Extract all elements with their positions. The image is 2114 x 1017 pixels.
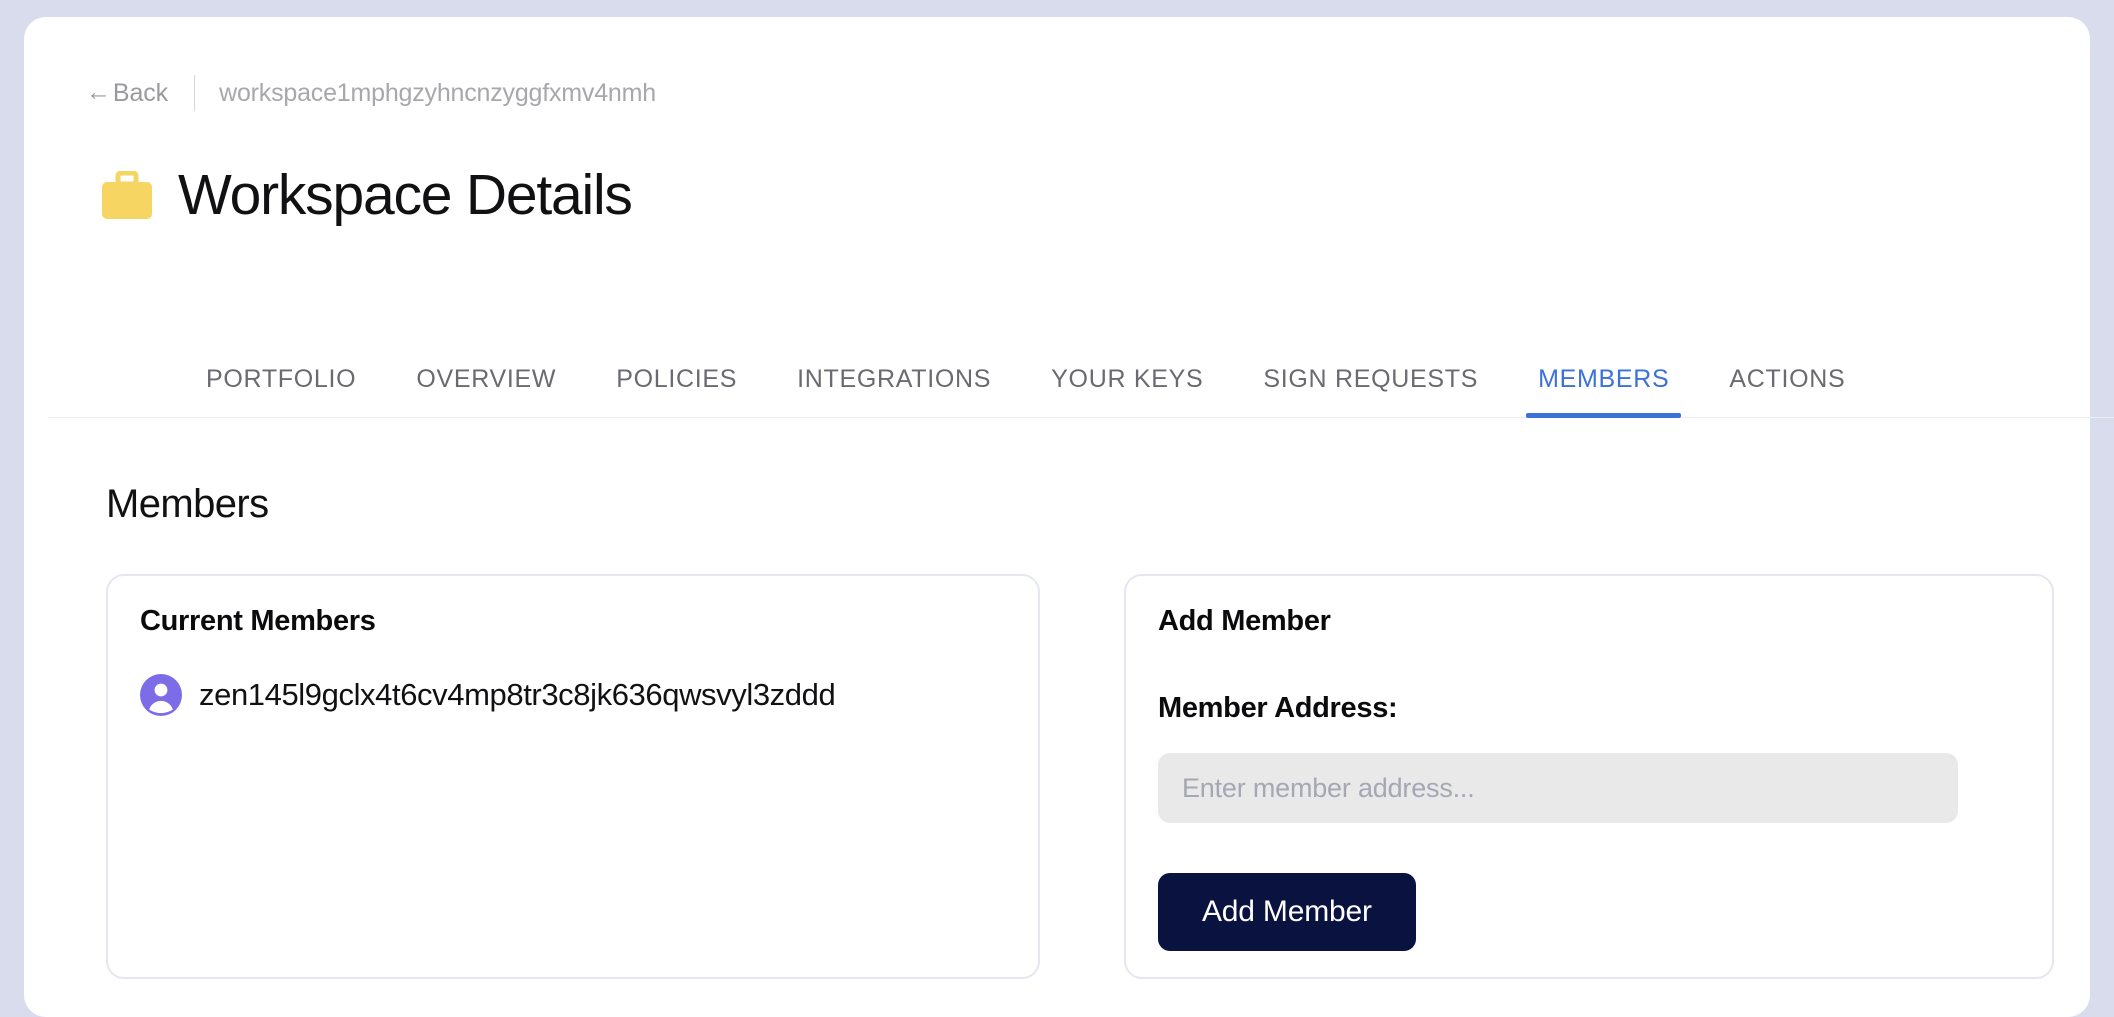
current-members-panel: Current Members zen145l9gclx4t6cv4mp8tr3… <box>106 574 1040 979</box>
tab-your-keys[interactable]: YOUR KEYS <box>1021 328 1233 418</box>
section-title: Members <box>106 482 269 526</box>
tab-overview[interactable]: OVERVIEW <box>386 328 586 418</box>
tab-actions[interactable]: ACTIONS <box>1699 328 1875 418</box>
user-avatar-icon <box>140 674 182 716</box>
tab-members[interactable]: MEMBERS <box>1508 328 1699 418</box>
add-member-button[interactable]: Add Member <box>1158 873 1416 951</box>
breadcrumb-divider <box>194 75 196 111</box>
tab-bar: PORTFOLIO OVERVIEW POLICIES INTEGRATIONS YOU… <box>48 328 2114 418</box>
briefcase-icon <box>100 170 154 221</box>
add-member-panel: Add Member Member Address: Add Member <box>1124 574 2054 979</box>
tab-list: PORTFOLIO OVERVIEW POLICIES INTEGRATIONS YOU… <box>176 328 1875 418</box>
back-button[interactable]: ← Back <box>86 79 168 108</box>
member-list-item[interactable]: zen145l9gclx4t6cv4mp8tr3c8jk636qwsvyl3zd… <box>140 674 836 716</box>
back-arrow-icon: ← <box>86 77 111 106</box>
workspace-id-text: workspace1mphgzyhncnzyggfxmv4nmh <box>219 78 656 107</box>
tab-sign-requests[interactable]: SIGN REQUESTS <box>1233 328 1508 418</box>
add-member-heading: Add Member <box>1158 605 1331 637</box>
page-title: Workspace Details <box>178 163 633 227</box>
tab-policies[interactable]: POLICIES <box>586 328 767 418</box>
member-address-text: zen145l9gclx4t6cv4mp8tr3c8jk636qwsvyl3zd… <box>199 677 836 712</box>
tab-portfolio[interactable]: PORTFOLIO <box>176 328 386 418</box>
member-address-label: Member Address: <box>1158 692 1398 724</box>
tab-integrations[interactable]: INTEGRATIONS <box>767 328 1021 418</box>
workspace-details-card: ← Back workspace1mphgzyhncnzyggfxmv4nmh … <box>24 17 2114 1017</box>
breadcrumb: ← Back workspace1mphgzyhncnzyggfxmv4nmh <box>86 74 656 112</box>
page-header: Workspace Details <box>100 163 633 227</box>
current-members-heading: Current Members <box>140 605 376 637</box>
member-address-input[interactable] <box>1158 753 1958 823</box>
back-button-label: Back <box>112 78 169 107</box>
